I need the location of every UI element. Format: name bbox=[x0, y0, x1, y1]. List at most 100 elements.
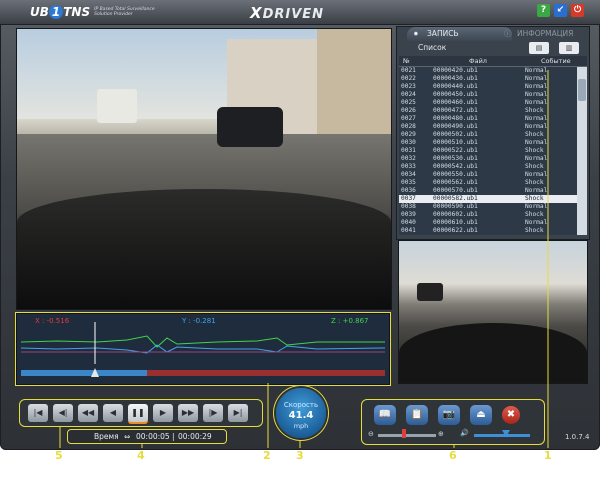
cell-event: Shock bbox=[525, 163, 544, 170]
cell-no: 0028 bbox=[401, 123, 416, 130]
list-item[interactable]: 0030 00000510.ub1 Normal bbox=[399, 139, 577, 147]
list-scrollbar[interactable] bbox=[577, 67, 587, 235]
zoom-handle[interactable] bbox=[402, 429, 406, 438]
zoom-in-icon[interactable]: ⊕ bbox=[438, 430, 444, 438]
cell-no: 0029 bbox=[401, 131, 416, 138]
list-item[interactable]: 0031 00000522.ub1 Shock bbox=[399, 147, 577, 155]
file-list-panel: ⏺ ЗАПИСЬ ⓘ ИНФОРМАЦИЯ Список ▤ ▥ № Файл Со… bbox=[396, 26, 590, 240]
logo-sub: TNS bbox=[63, 5, 91, 19]
list-item[interactable]: 0024 00000450.ub1 Normal bbox=[399, 91, 577, 99]
speedometer: Скорость 41.4 mph bbox=[276, 388, 326, 438]
list-item[interactable]: 0041 00000622.ub1 Shock bbox=[399, 227, 577, 235]
snapshot-button[interactable]: 📷 bbox=[438, 405, 460, 425]
cell-file: 00000610.ub1 bbox=[433, 219, 478, 226]
callout-4: 4 bbox=[137, 449, 145, 462]
list-item[interactable]: 0037 00000582.ub1 Shock bbox=[399, 195, 577, 203]
list-item[interactable]: 0025 00000460.ub1 Normal bbox=[399, 99, 577, 107]
cell-file: 00000582.ub1 bbox=[433, 195, 478, 202]
title-bar: UB 1 TNS IP Based Total Surveillance Solut… bbox=[0, 0, 600, 25]
list-item[interactable]: 0028 00000490.ub1 Normal bbox=[399, 123, 577, 131]
rewind-button[interactable]: ◀◀ bbox=[78, 404, 98, 422]
cell-file: 00000502.ub1 bbox=[433, 131, 478, 138]
brand-text: DRIVEN bbox=[262, 7, 325, 22]
cell-event: Normal bbox=[525, 139, 548, 146]
main-video-view[interactable] bbox=[16, 28, 392, 310]
open-file-button[interactable]: ▤ bbox=[529, 42, 549, 54]
minimize-button[interactable]: ↙ bbox=[554, 4, 567, 17]
prev-frame-button[interactable]: ◀| bbox=[53, 404, 73, 422]
cell-event: Shock bbox=[525, 107, 544, 114]
cell-file: 00000420.ub1 bbox=[433, 67, 478, 74]
pause-button[interactable]: ❚❚ bbox=[128, 404, 148, 422]
bus-in-video bbox=[97, 89, 137, 123]
cell-file: 00000622.ub1 bbox=[433, 227, 478, 234]
cell-event: Shock bbox=[525, 211, 544, 218]
col-event: Событие bbox=[541, 57, 571, 65]
book-button[interactable]: 📖 bbox=[374, 405, 396, 425]
g-sensor-graph[interactable]: X : -0.516 Y : -0.281 Z : +0.867 bbox=[16, 313, 390, 385]
list-item[interactable]: 0036 00000570.ub1 Normal bbox=[399, 187, 577, 195]
volume-icon: 🔊 bbox=[460, 429, 469, 437]
list-item[interactable]: 0035 00000562.ub1 Shock bbox=[399, 179, 577, 187]
cell-event: Shock bbox=[525, 195, 544, 202]
list-item[interactable]: 0038 00000590.ub1 Normal bbox=[399, 203, 577, 211]
zoom-slider[interactable] bbox=[378, 434, 436, 437]
cell-event: Normal bbox=[525, 115, 548, 122]
zoom-out-icon[interactable]: ⊖ bbox=[368, 430, 374, 438]
time-label: Время bbox=[94, 432, 119, 441]
callout-3: 3 bbox=[296, 449, 304, 462]
scroll-thumb[interactable] bbox=[578, 79, 586, 101]
dashboard-in-video bbox=[17, 189, 391, 309]
tab-info[interactable]: ⓘ ИНФОРМАЦИЯ bbox=[497, 27, 597, 41]
help-button[interactable]: ? bbox=[537, 4, 550, 17]
playback-controls: |◀ ◀| ◀◀ ◀ ❚❚ ▶ ▶▶ |▶ ▶| bbox=[20, 400, 262, 426]
step-back-button[interactable]: ◀ bbox=[103, 404, 123, 422]
cell-event: Normal bbox=[525, 123, 548, 130]
list-item[interactable]: 0033 00000542.ub1 Shock bbox=[399, 163, 577, 171]
first-button[interactable]: |◀ bbox=[28, 404, 48, 422]
cell-event: Normal bbox=[525, 187, 548, 194]
list-item[interactable]: 0021 00000420.ub1 Normal bbox=[399, 67, 577, 75]
settings-button[interactable]: ✖ bbox=[502, 406, 520, 424]
fast-forward-button[interactable]: ▶▶ bbox=[178, 404, 198, 422]
list-item[interactable]: 0023 00000440.ub1 Normal bbox=[399, 83, 577, 91]
time-total: 00:00:29 bbox=[178, 432, 212, 441]
info-icon: ⓘ bbox=[504, 29, 512, 38]
cell-file: 00000450.ub1 bbox=[433, 91, 478, 98]
list-item[interactable]: 0040 00000610.ub1 Normal bbox=[399, 219, 577, 227]
record-icon: ⏺ bbox=[414, 29, 418, 38]
list-item[interactable]: 0022 00000430.ub1 Normal bbox=[399, 75, 577, 83]
z-line bbox=[20, 335, 385, 348]
cell-event: Shock bbox=[525, 179, 544, 186]
list-item[interactable]: 0032 00000530.ub1 Normal bbox=[399, 155, 577, 163]
eject-button[interactable]: ⏏ bbox=[470, 405, 492, 425]
cell-file: 00000490.ub1 bbox=[433, 123, 478, 130]
next-frame-button[interactable]: |▶ bbox=[203, 404, 223, 422]
list-item[interactable]: 0034 00000550.ub1 Normal bbox=[399, 171, 577, 179]
play-button[interactable]: ▶ bbox=[153, 404, 173, 422]
cell-no: 0041 bbox=[401, 227, 416, 234]
col-file: Файл bbox=[469, 57, 487, 65]
list-item[interactable]: 0026 00000472.ub1 Shock bbox=[399, 107, 577, 115]
callout-1: 1 bbox=[544, 449, 552, 462]
callout-5: 5 bbox=[55, 449, 63, 462]
cell-no: 0023 bbox=[401, 83, 416, 90]
list-item[interactable]: 0027 00000480.ub1 Normal bbox=[399, 115, 577, 123]
secondary-video-view[interactable] bbox=[398, 240, 588, 384]
list-button[interactable]: 📋 bbox=[406, 405, 428, 425]
cell-event: Normal bbox=[525, 91, 548, 98]
list-item[interactable]: 0039 00000602.ub1 Shock bbox=[399, 211, 577, 219]
cell-file: 00000472.ub1 bbox=[433, 107, 478, 114]
power-button[interactable]: ⏻ bbox=[571, 4, 584, 17]
last-button[interactable]: ▶| bbox=[228, 404, 248, 422]
list-toolbar: Список ▤ ▥ bbox=[399, 42, 587, 56]
list-label: Список bbox=[418, 43, 447, 52]
cell-event: Normal bbox=[525, 203, 548, 210]
file-list[interactable]: 0021 00000420.ub1 Normal 0022 00000430.ub1 No… bbox=[399, 67, 577, 235]
logo-one: 1 bbox=[48, 5, 64, 19]
cell-no: 0030 bbox=[401, 139, 416, 146]
volume-handle[interactable] bbox=[502, 430, 510, 437]
list-item[interactable]: 0029 00000502.ub1 Shock bbox=[399, 131, 577, 139]
open-folder-button[interactable]: ▥ bbox=[559, 42, 579, 54]
cell-no: 0040 bbox=[401, 219, 416, 226]
